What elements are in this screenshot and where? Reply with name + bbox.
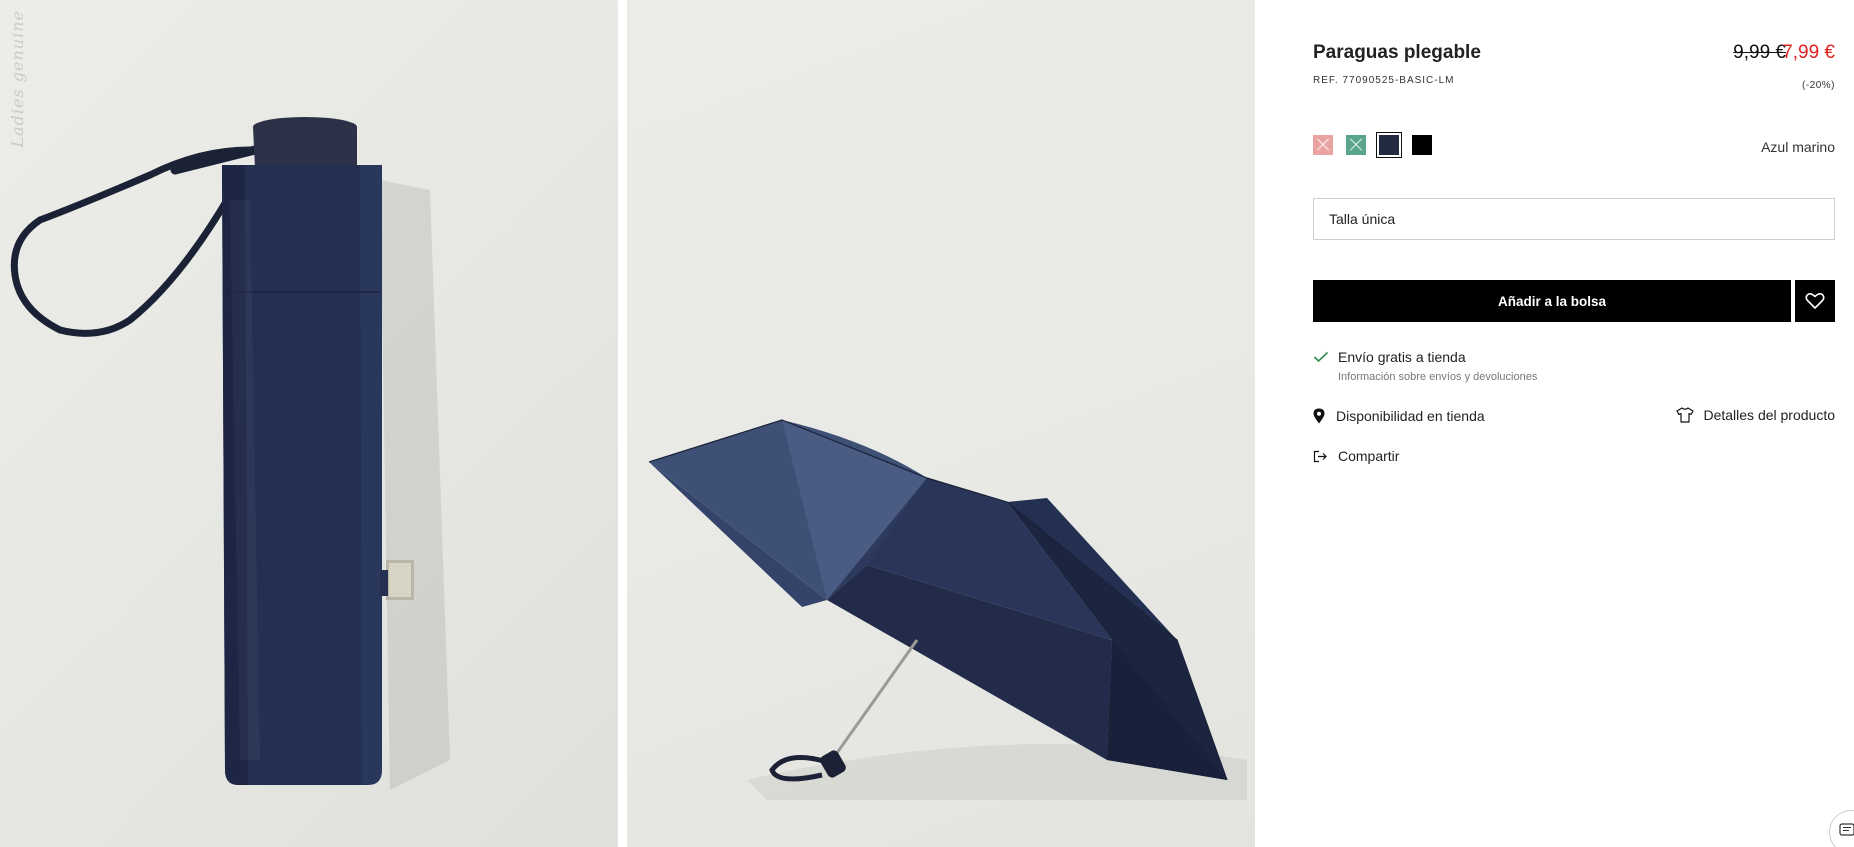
product-image-open[interactable] [627,0,1255,847]
shipping-info-link[interactable]: Información sobre envíos y devoluciones [1338,371,1537,383]
favorite-button[interactable] [1795,280,1835,322]
price-original: 9,99 € [1733,42,1786,63]
chat-icon [1839,823,1854,836]
shipping-row: Envío gratis a tienda [1313,349,1466,365]
store-availability-link[interactable]: Disponibilidad en tienda [1313,408,1485,424]
product-details-link[interactable]: Detalles del producto [1676,407,1835,423]
share-label: Compartir [1338,448,1400,464]
check-icon [1313,351,1329,363]
product-gallery: Ladies genuine [0,0,1255,847]
add-to-bag-button[interactable]: Añadir a la bolsa [1313,280,1791,322]
tshirt-icon [1676,407,1695,423]
open-umbrella-illustration [648,419,1247,800]
product-info-panel: Paraguas plegable REF. 77090525-BASIC-LM… [1255,0,1854,847]
color-swatch-navy[interactable] [1376,132,1402,158]
product-details-label: Detalles del producto [1703,407,1835,423]
product-ref: REF. 77090525-BASIC-LM [1313,75,1455,86]
image-watermark: Ladies genuine [8,10,27,148]
color-swatch-pink[interactable] [1313,135,1333,155]
product-title: Paraguas plegable [1313,42,1481,63]
share-link[interactable]: Compartir [1313,448,1399,464]
discount-badge: (-20%) [1801,80,1835,91]
selected-color-name: Azul marino [1761,139,1835,155]
share-icon [1313,450,1327,462]
store-availability-label: Disponibilidad en tienda [1336,408,1485,424]
shipping-label: Envío gratis a tienda [1338,349,1466,365]
size-selector[interactable]: Talla única [1313,198,1835,240]
color-swatches [1313,132,1432,158]
color-swatch-black[interactable] [1412,135,1432,155]
folded-umbrella-illustration [10,117,450,790]
heart-icon [1805,293,1825,309]
product-image-folded[interactable]: Ladies genuine [0,0,618,847]
price-sale: 7,99 € [1782,42,1835,63]
color-swatch-green[interactable] [1346,135,1366,155]
location-pin-icon [1313,408,1325,424]
